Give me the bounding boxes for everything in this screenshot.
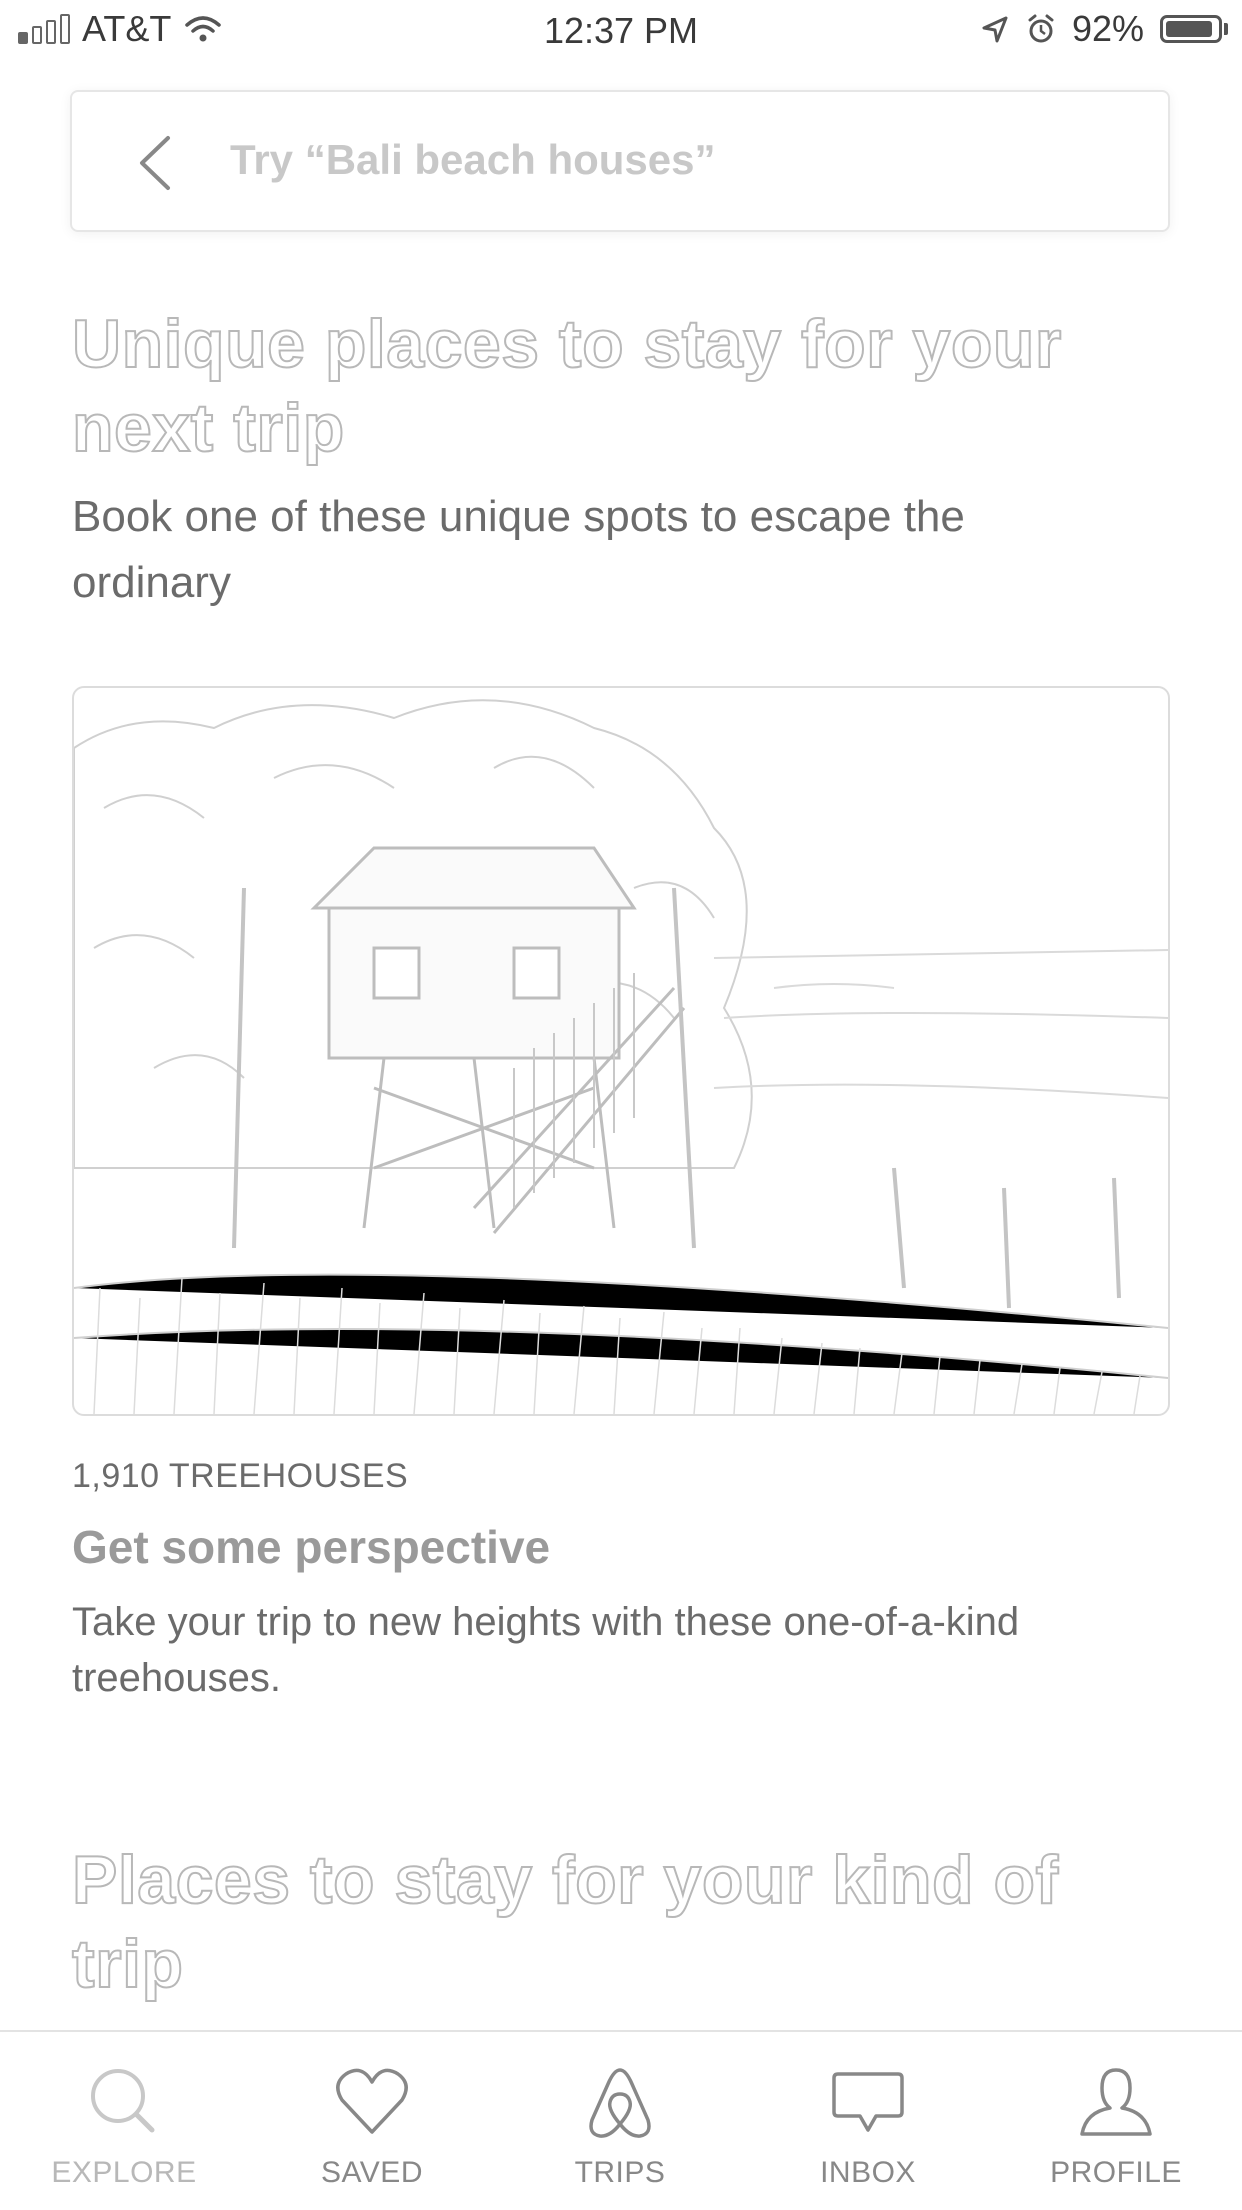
tab-label: PROFILE — [1050, 2156, 1182, 2189]
tab-label: INBOX — [820, 2156, 916, 2189]
section-title: Unique places to stay for your next trip — [71, 305, 1062, 467]
battery-icon — [1160, 15, 1228, 43]
tab-profile[interactable]: PROFILE — [1016, 2062, 1216, 2190]
status-bar: AT&T 12:37 PM 92% — [0, 0, 1242, 62]
search-placeholder[interactable]: Try “Bali beach houses” — [230, 136, 716, 184]
listing-count: 1,910 TREEHOUSES — [72, 1457, 409, 1495]
user-icon — [1080, 2068, 1152, 2136]
back-chevron-icon[interactable] — [134, 132, 176, 194]
tab-explore[interactable]: EXPLORE — [24, 2062, 224, 2190]
tab-trips[interactable]: TRIPS — [520, 2062, 720, 2190]
location-arrow-icon — [982, 16, 1008, 43]
section-title-2: Places to stay for your kind of trip — [71, 1841, 1059, 2003]
heart-icon — [336, 2068, 408, 2134]
message-icon — [832, 2072, 904, 2132]
section-subtitle: Book one of these unique spots to escape… — [72, 492, 965, 607]
card-title[interactable]: Get some perspective — [72, 1520, 550, 1574]
search-icon — [91, 2069, 155, 2133]
card-description: Take your trip to new heights with these… — [72, 1600, 1020, 1700]
tab-saved[interactable]: SAVED — [272, 2062, 472, 2190]
airbnb-logo-icon — [589, 2068, 651, 2138]
tab-bar: EXPLORE SAVED TRIPS INBOX PROFILE — [0, 2030, 1242, 2210]
tab-label: TRIPS — [574, 2156, 666, 2189]
alarm-icon — [1028, 14, 1054, 43]
battery-percent: 92% — [1071, 8, 1144, 49]
tab-inbox[interactable]: INBOX — [768, 2062, 968, 2190]
search-bar[interactable]: Try “Bali beach houses” — [70, 90, 1170, 232]
treehouse-illustration — [74, 699, 1168, 1414]
status-right: 92% — [980, 8, 1228, 50]
tab-label: EXPLORE — [51, 2156, 197, 2189]
treehouse-photo[interactable] — [72, 686, 1170, 1416]
tab-label: SAVED — [321, 2156, 423, 2189]
